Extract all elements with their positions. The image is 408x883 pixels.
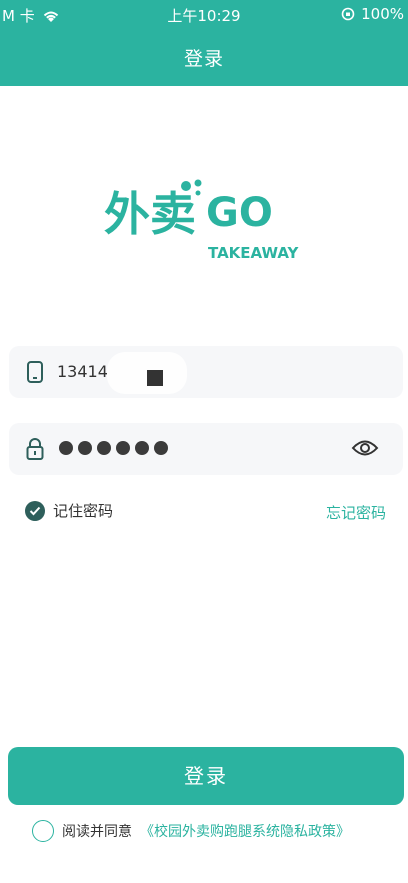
forgot-password-link[interactable]: 忘记密码 (326, 502, 386, 523)
logo-latin: GO (206, 190, 273, 236)
password-input[interactable] (59, 441, 168, 455)
eye-icon[interactable] (351, 437, 379, 459)
app-header: M 卡 上午10:29 100% 登录 (0, 0, 408, 86)
remember-password[interactable]: 记住密码 (25, 500, 113, 521)
status-bar: M 卡 上午10:29 100% (0, 0, 408, 28)
redaction-block (147, 370, 163, 386)
phone-input[interactable]: 13414 (57, 362, 108, 381)
password-dot (97, 441, 111, 455)
password-dot (135, 441, 149, 455)
password-dot (116, 441, 130, 455)
phone-field[interactable]: 13414 (9, 346, 403, 398)
orientation-lock-icon (341, 7, 355, 21)
privacy-policy-link[interactable]: 《校园外卖购跑腿系统隐私政策》 (140, 821, 350, 841)
login-button[interactable]: 登录 (8, 747, 404, 805)
app-logo: 外卖 GO TAKEAWAY (104, 179, 300, 262)
logo-chinese: 外卖 (104, 187, 196, 241)
lock-icon (26, 438, 44, 460)
password-dot (78, 441, 92, 455)
page-title: 登录 (183, 48, 224, 70)
password-field[interactable] (9, 423, 403, 475)
privacy-agreement[interactable]: 阅读并同意 《校园外卖购跑腿系统隐私政策》 (32, 820, 350, 842)
agree-prefix: 阅读并同意 (62, 824, 132, 840)
logo-sub: TAKEAWAY (208, 244, 300, 262)
password-dot (59, 441, 73, 455)
check-icon (29, 506, 41, 515)
remember-label: 记住密码 (53, 502, 114, 520)
remember-checkbox[interactable] (25, 500, 45, 521)
phone-icon (27, 361, 43, 383)
agree-radio[interactable] (32, 820, 54, 842)
battery-label: 100% (361, 5, 404, 23)
status-right: 100% (341, 5, 404, 23)
password-dot (154, 441, 168, 455)
